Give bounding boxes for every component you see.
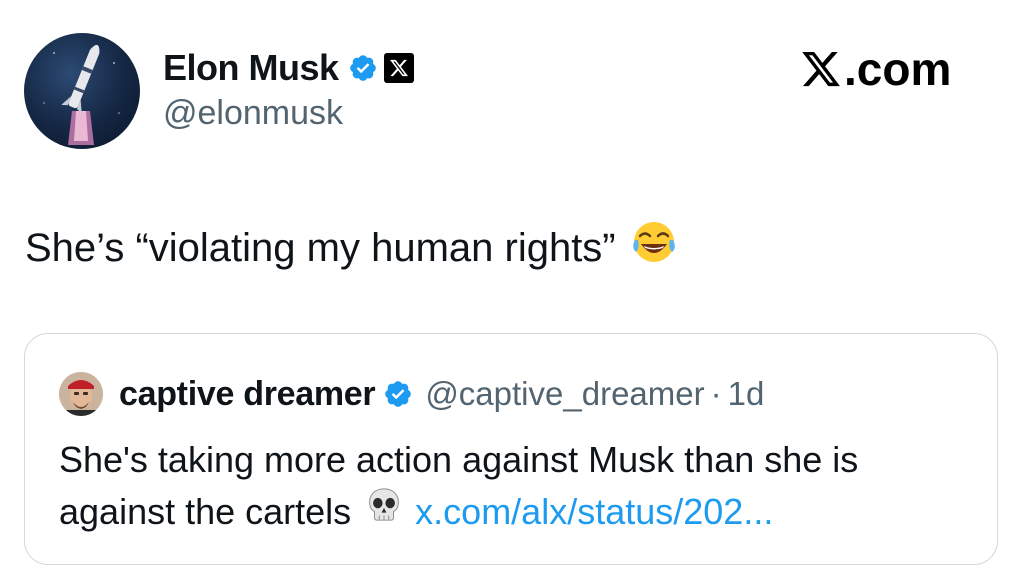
quoted-tweet-time[interactable]: 1d: [728, 375, 765, 413]
tweet-body: She’s “violating my human rights”: [25, 225, 616, 270]
quoted-line-2-row: against the cartels x.com/alx/status/202…: [59, 486, 979, 538]
author-handle[interactable]: @elonmusk: [163, 96, 343, 130]
author-avatar[interactable]: [24, 33, 140, 149]
quoted-line-1: She's taking more action against Musk th…: [59, 439, 859, 480]
verified-badge-icon[interactable]: [348, 53, 378, 83]
site-branding: .com: [800, 44, 951, 94]
quoted-line-2: against the cartels: [59, 491, 352, 532]
quoted-tweet-link[interactable]: x.com/alx/status/202...: [415, 486, 773, 538]
tweet-text: She’s “violating my human rights”: [25, 218, 678, 277]
verified-badge-icon[interactable]: [383, 379, 413, 409]
separator-dot: ·: [710, 375, 722, 412]
author-name-row: Elon Musk: [163, 44, 414, 92]
skull-icon: [365, 486, 403, 538]
x-affiliate-badge-icon: [383, 53, 414, 83]
quoted-author-avatar[interactable]: [59, 372, 103, 416]
quoted-tweet-body: She's taking more action against Musk th…: [59, 434, 979, 538]
portrait-avatar-icon: [59, 372, 103, 416]
quoted-author-name[interactable]: captive dreamer: [119, 375, 376, 414]
rocket-launch-avatar-icon: [43, 44, 120, 145]
face-with-tears-of-joy-icon: [630, 218, 678, 277]
site-label: .com: [844, 43, 952, 95]
author-display-name[interactable]: Elon Musk: [163, 50, 339, 86]
quoted-tweet-card[interactable]: captive dreamer @captive_dreamer · 1d Sh…: [24, 333, 998, 565]
x-logo-icon: [802, 51, 840, 87]
quoted-tweet-header: captive dreamer @captive_dreamer · 1d: [59, 372, 764, 416]
quoted-author-handle[interactable]: @captive_dreamer: [425, 375, 704, 413]
